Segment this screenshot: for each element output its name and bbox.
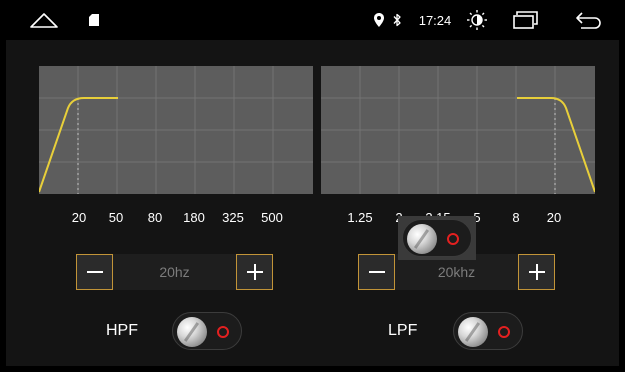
floating-switch-overlay [398, 216, 476, 260]
lpf-tick: 1.25 [347, 210, 373, 225]
hpf-frequency-stepper: 20hz [76, 254, 273, 290]
back-icon[interactable] [572, 0, 604, 40]
plus-icon [528, 264, 545, 280]
switch-off-indicator-icon [447, 233, 459, 245]
lpf-frequency-ticks: 1.25 2 3.15 5 8 20 [6, 210, 619, 230]
brightness-icon[interactable] [464, 0, 490, 40]
lpf-decrease-button[interactable] [358, 254, 395, 290]
lpf-tick: 20 [546, 210, 562, 225]
status-bar: 17:24 [0, 0, 625, 40]
hpf-decrease-button[interactable] [76, 254, 113, 290]
switch-off-indicator-icon [217, 326, 229, 338]
location-icon [371, 0, 387, 40]
bluetooth-icon [389, 0, 405, 40]
lpf-increase-button[interactable] [518, 254, 555, 290]
plus-icon [246, 264, 263, 280]
lpf-label: LPF [388, 322, 418, 339]
lpf-switch[interactable] [453, 312, 523, 350]
hpf-switch[interactable] [172, 312, 242, 350]
recent-apps-icon[interactable] [510, 0, 542, 40]
switch-knob [458, 317, 488, 347]
status-time: 17:24 [418, 12, 452, 28]
minus-icon [86, 271, 103, 273]
switch-knob [407, 224, 437, 254]
sd-card-icon [84, 0, 104, 40]
switch-off-indicator-icon [498, 326, 510, 338]
lpf-toggle-row: LPF [306, 312, 619, 352]
minus-icon [368, 271, 385, 273]
hpf-increase-button[interactable] [236, 254, 273, 290]
switch-knob [177, 317, 207, 347]
lpf-tick: 8 [512, 210, 520, 225]
hpf-response-graph [39, 66, 313, 194]
hpf-frequency-value: 20hz [113, 254, 236, 290]
lpf-response-graph [321, 66, 595, 194]
home-icon[interactable] [24, 0, 64, 40]
hpf-label: HPF [106, 322, 138, 339]
floating-switch[interactable] [402, 219, 472, 257]
hpf-toggle-row: HPF [6, 312, 306, 352]
crossover-panel: 20 50 80 180 325 500 1.25 2 3.15 5 8 20 … [6, 40, 619, 366]
